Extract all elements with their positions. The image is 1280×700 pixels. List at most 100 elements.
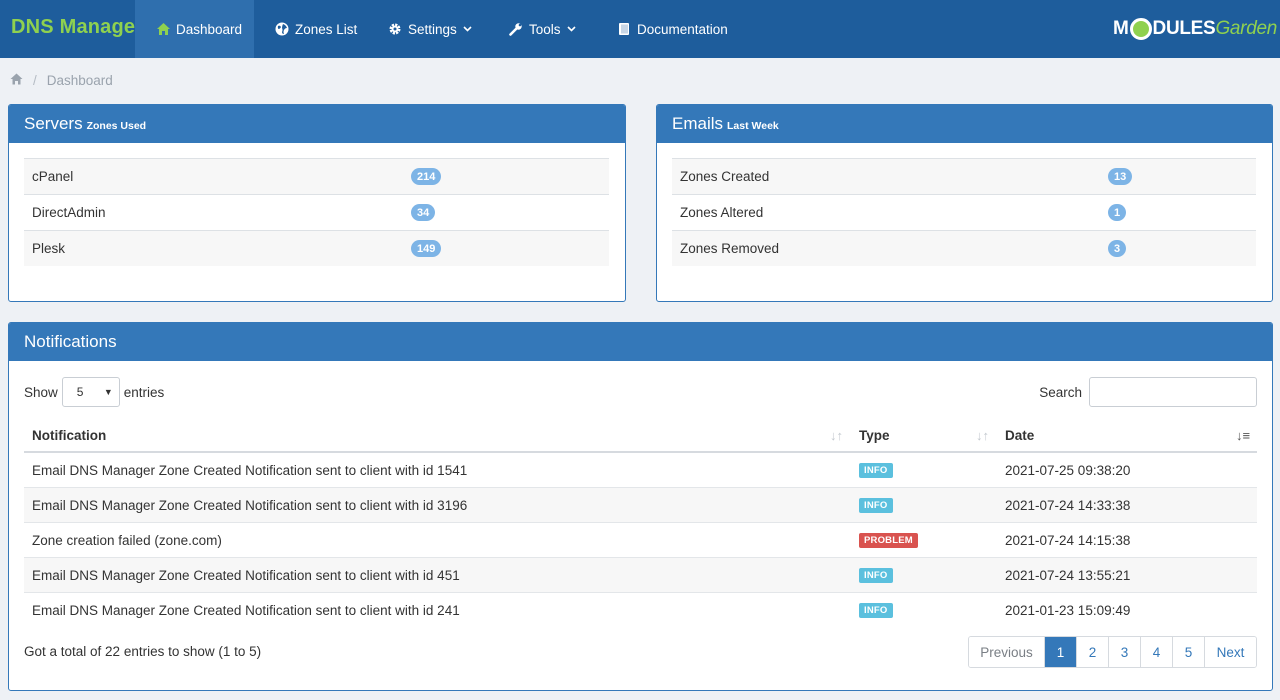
notifications-panel: Notifications Show 5 ▼ entries Search No… bbox=[8, 322, 1273, 691]
search-label: Search bbox=[1039, 384, 1082, 400]
zones-count-badge: 34 bbox=[411, 204, 436, 221]
wrench-icon bbox=[508, 21, 524, 37]
search-control: Search bbox=[1039, 377, 1257, 407]
notification-date: 2021-07-24 14:15:38 bbox=[1005, 533, 1131, 548]
nav-documentation-label: Documentation bbox=[637, 21, 728, 37]
type-badge: PROBLEM bbox=[859, 533, 918, 548]
modulesgarden-logo[interactable]: M DULES Garden bbox=[1113, 17, 1277, 41]
notification-text: Zone creation failed (zone.com) bbox=[32, 533, 222, 548]
pagination: Previous 1 2 3 4 5 Next bbox=[968, 636, 1257, 668]
breadcrumb-current: Dashboard bbox=[46, 73, 113, 88]
table-header: Notification ↓↑ Type ↓↑ Date ↓≡ bbox=[24, 417, 1257, 453]
server-name: Plesk bbox=[32, 241, 66, 256]
notification-text: Email DNS Manager Zone Created Notificat… bbox=[32, 603, 460, 618]
email-stat-label: Zones Altered bbox=[680, 205, 764, 220]
nav-tools[interactable]: Tools bbox=[508, 0, 576, 58]
notification-date: 2021-01-23 15:09:49 bbox=[1005, 603, 1131, 618]
emails-title: Emails bbox=[672, 114, 724, 133]
pagination-next-button[interactable]: Next bbox=[1204, 637, 1256, 667]
nav-zones-list-label: Zones List bbox=[295, 21, 358, 37]
sort-icon: ↓↑ bbox=[830, 428, 843, 443]
nav-zones-list[interactable]: Zones List bbox=[274, 0, 357, 58]
email-count-badge: 13 bbox=[1108, 168, 1133, 185]
nav-dashboard[interactable]: Dashboard bbox=[135, 0, 254, 58]
zones-count-badge: 214 bbox=[411, 168, 442, 185]
home-icon bbox=[155, 21, 171, 37]
notification-date: 2021-07-24 13:55:21 bbox=[1005, 568, 1131, 583]
table-row: Zone creation failed (zone.com) PROBLEM … bbox=[24, 523, 1257, 558]
pagination-page-1[interactable]: 1 bbox=[1044, 637, 1076, 667]
nav-tools-label: Tools bbox=[529, 21, 561, 37]
type-badge: INFO bbox=[859, 568, 893, 583]
nav-dashboard-label: Dashboard bbox=[176, 21, 243, 37]
notifications-table: Notification ↓↑ Type ↓↑ Date ↓≡ Email DN… bbox=[24, 417, 1257, 628]
show-label: Show bbox=[24, 384, 58, 400]
table-row: Zones Altered 1 bbox=[672, 194, 1256, 230]
search-input[interactable] bbox=[1089, 377, 1257, 407]
sort-icon: ↓↑ bbox=[976, 428, 989, 443]
breadcrumb: / Dashboard bbox=[10, 73, 113, 88]
table-row: Plesk 149 bbox=[24, 230, 609, 266]
servers-panel: Servers Zones Used cPanel 214 DirectAdmi… bbox=[8, 104, 626, 302]
table-row: Zones Removed 3 bbox=[672, 230, 1256, 266]
column-header-date[interactable]: Date bbox=[1005, 417, 1205, 453]
table-row: Zones Created 13 bbox=[672, 158, 1256, 194]
top-navbar: DNS Manager Dashboard Zones List Setting… bbox=[0, 0, 1280, 58]
servers-panel-header: Servers Zones Used bbox=[9, 105, 625, 143]
table-row: DirectAdmin 34 bbox=[24, 194, 609, 230]
notifications-title: Notifications bbox=[24, 332, 117, 351]
table-row: Email DNS Manager Zone Created Notificat… bbox=[24, 593, 1257, 628]
pagination-previous-button[interactable]: Previous bbox=[969, 637, 1044, 667]
pagination-page-3[interactable]: 3 bbox=[1108, 637, 1140, 667]
pagination-page-5[interactable]: 5 bbox=[1172, 637, 1204, 667]
servers-subtitle: Zones Used bbox=[86, 120, 147, 132]
email-count-badge: 3 bbox=[1108, 240, 1127, 257]
chevron-down-icon bbox=[566, 26, 576, 32]
home-icon[interactable] bbox=[10, 73, 23, 88]
table-row: Email DNS Manager Zone Created Notificat… bbox=[24, 488, 1257, 523]
emails-table: Zones Created 13 Zones Altered 1 Zones R… bbox=[672, 158, 1256, 266]
table-row: Email DNS Manager Zone Created Notificat… bbox=[24, 558, 1257, 593]
notification-text: Email DNS Manager Zone Created Notificat… bbox=[32, 568, 460, 583]
email-stat-label: Zones Created bbox=[680, 169, 770, 184]
logo-globe-icon bbox=[1129, 18, 1152, 40]
emails-panel: Emails Last Week Zones Created 13 Zones … bbox=[656, 104, 1273, 302]
breadcrumb-separator: / bbox=[33, 73, 37, 88]
globe-icon bbox=[274, 21, 290, 37]
nav-settings[interactable]: Settings bbox=[387, 0, 472, 58]
table-row: cPanel 214 bbox=[24, 158, 609, 194]
gear-icon bbox=[387, 21, 403, 37]
column-header-type[interactable]: Type bbox=[859, 417, 979, 453]
server-name: cPanel bbox=[32, 169, 74, 184]
nav-settings-label: Settings bbox=[408, 21, 457, 37]
page-size-select[interactable]: 5 ▼ bbox=[61, 377, 120, 407]
notifications-panel-header: Notifications bbox=[9, 323, 1272, 361]
zones-count-badge: 149 bbox=[411, 240, 442, 257]
notification-date: 2021-07-25 09:38:20 bbox=[1005, 463, 1131, 478]
pagination-page-2[interactable]: 2 bbox=[1076, 637, 1108, 667]
notification-text: Email DNS Manager Zone Created Notificat… bbox=[32, 463, 468, 478]
servers-table: cPanel 214 DirectAdmin 34 Plesk 149 bbox=[24, 158, 609, 266]
server-name: DirectAdmin bbox=[32, 205, 106, 220]
entries-label: entries bbox=[123, 384, 165, 400]
type-badge: INFO bbox=[859, 463, 893, 478]
type-badge: INFO bbox=[859, 603, 893, 618]
email-stat-label: Zones Removed bbox=[680, 241, 780, 256]
sort-descending-icon: ↓≡ bbox=[1236, 428, 1251, 443]
nav-documentation[interactable]: Documentation bbox=[616, 0, 728, 58]
pagination-page-4[interactable]: 4 bbox=[1140, 637, 1172, 667]
servers-title: Servers bbox=[24, 114, 83, 133]
column-header-notification[interactable]: Notification bbox=[32, 417, 844, 453]
chevron-down-icon bbox=[463, 26, 472, 32]
app-brand[interactable]: DNS Manager bbox=[11, 16, 143, 39]
dropdown-arrow-icon: ▼ bbox=[103, 387, 113, 397]
notification-date: 2021-07-24 14:33:38 bbox=[1005, 498, 1131, 513]
type-badge: INFO bbox=[859, 498, 893, 513]
emails-panel-header: Emails Last Week bbox=[657, 105, 1272, 143]
entries-summary: Got a total of 22 entries to show (1 to … bbox=[24, 644, 262, 659]
notification-text: Email DNS Manager Zone Created Notificat… bbox=[32, 498, 468, 513]
email-count-badge: 1 bbox=[1108, 204, 1127, 221]
table-row: Email DNS Manager Zone Created Notificat… bbox=[24, 453, 1257, 488]
page-size-control: Show 5 ▼ entries bbox=[24, 377, 164, 407]
page-size-value: 5 bbox=[76, 385, 84, 399]
